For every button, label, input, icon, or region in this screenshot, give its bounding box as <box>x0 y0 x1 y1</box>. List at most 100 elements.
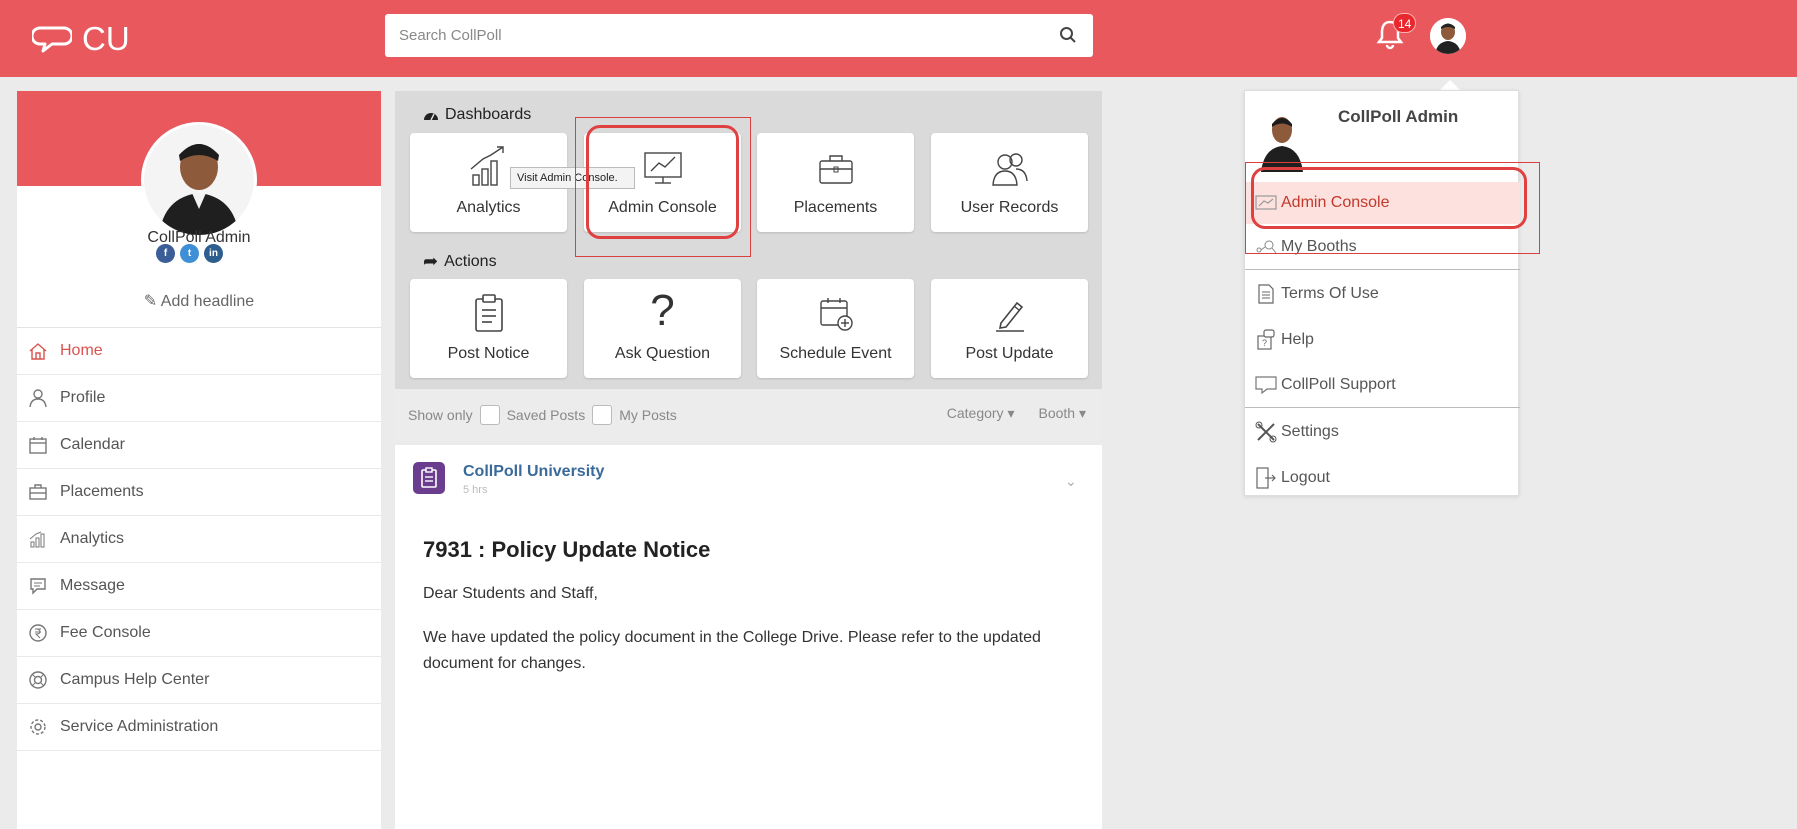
sidebar-nav: Home Profile Calendar Placements Analyti… <box>17 327 381 751</box>
sidebar-item-label: Message <box>60 577 125 594</box>
sidebar-item-analytics[interactable]: Analytics <box>17 516 381 563</box>
feed-filter-bar: Show only Saved Posts My Posts Category … <box>395 389 1102 441</box>
show-only-label: Show only <box>408 407 473 423</box>
dropdown-caret <box>1440 80 1460 90</box>
sidebar-item-label: Profile <box>60 389 106 406</box>
dashboard-gauge-icon <box>424 113 438 121</box>
booth-dropdown[interactable]: Booth ▾ <box>1038 405 1086 422</box>
menu-item-label: Settings <box>1281 423 1339 440</box>
my-posts-label: My Posts <box>619 407 677 423</box>
rupee-icon <box>28 623 48 643</box>
menu-item-logout[interactable]: Logout <box>1245 457 1520 499</box>
person-icon <box>28 388 48 408</box>
menu-item-help[interactable]: ? Help <box>1245 319 1520 361</box>
calendar-add-icon <box>757 279 914 337</box>
briefcase-icon <box>757 133 914 191</box>
sidebar-item-label: Campus Help Center <box>60 671 210 688</box>
svg-text:?: ? <box>1262 338 1267 348</box>
sidebar-item-campus-help-center[interactable]: Campus Help Center <box>17 657 381 704</box>
tile-schedule-event[interactable]: Schedule Event <box>757 279 914 378</box>
divider <box>1245 269 1520 270</box>
share-arrow-icon: ➦ <box>423 251 439 271</box>
tile-ask-question[interactable]: ? Ask Question <box>584 279 741 378</box>
highlight-circle-menu <box>1251 167 1527 229</box>
post-greeting: Dear Students and Staff, <box>423 585 598 602</box>
tile-placements[interactable]: Placements <box>757 133 914 232</box>
sidebar-item-label: Calendar <box>60 436 125 453</box>
notice-icon <box>413 462 445 494</box>
avatar[interactable] <box>1430 18 1466 54</box>
profile-sidebar: CollPoll Admin f t in ✎ Add headline Hom… <box>17 91 381 829</box>
menu-user-name: CollPoll Admin <box>1338 107 1459 126</box>
tile-label: Post Update <box>965 345 1054 362</box>
actions-heading: ➦ Actions <box>423 251 497 272</box>
search-bar <box>385 14 1093 57</box>
chevron-down-icon[interactable]: ⌄ <box>1065 473 1077 490</box>
my-posts-checkbox[interactable] <box>592 405 613 425</box>
add-headline-label: Add headline <box>160 293 255 310</box>
question-icon: ? <box>650 286 675 335</box>
menu-item-label: CollPoll Support <box>1281 376 1396 393</box>
category-dropdown[interactable]: Category ▾ <box>947 405 1015 422</box>
tile-post-notice[interactable]: Post Notice <box>410 279 567 378</box>
post-body: Dear Students and Staff, We have updated… <box>423 581 1063 695</box>
sidebar-item-label: Home <box>60 342 103 359</box>
tile-user-records[interactable]: User Records <box>931 133 1088 232</box>
saved-posts-checkbox[interactable] <box>479 405 500 425</box>
sidebar-item-home[interactable]: Home <box>17 328 381 375</box>
menu-item-label: Help <box>1281 331 1314 348</box>
clipboard-icon <box>410 279 567 337</box>
user-avatar-icon <box>144 125 254 235</box>
analytics-icon <box>28 529 48 549</box>
briefcase-icon <box>28 482 48 502</box>
pencil-icon: ✎ <box>143 293 161 310</box>
user-avatar-icon <box>1430 18 1466 54</box>
actions-title: Actions <box>444 252 497 270</box>
chat-bubble-icon <box>32 26 72 53</box>
tile-label: Post Notice <box>447 345 530 362</box>
dashboards-title: Dashboards <box>445 106 532 123</box>
divider <box>1245 407 1520 408</box>
sidebar-item-message[interactable]: Message <box>17 563 381 610</box>
sidebar-item-fee-console[interactable]: Fee Console <box>17 610 381 657</box>
app-logo[interactable]: CU <box>32 20 130 58</box>
menu-item-terms-of-use[interactable]: Terms Of Use <box>1245 273 1520 315</box>
sidebar-item-service-administration[interactable]: Service Administration <box>17 704 381 751</box>
sidebar-item-calendar[interactable]: Calendar <box>17 422 381 469</box>
sidebar-item-profile[interactable]: Profile <box>17 375 381 422</box>
calendar-icon <box>28 435 48 455</box>
tile-label: Placements <box>793 199 878 216</box>
show-only-filters: Show only Saved Posts My Posts <box>408 405 677 425</box>
tile-label: User Records <box>960 199 1059 216</box>
sidebar-item-label: Analytics <box>60 530 125 547</box>
search-input[interactable] <box>385 14 1025 57</box>
sidebar-item-placements[interactable]: Placements <box>17 469 381 516</box>
notification-badge: 14 <box>1393 13 1417 33</box>
users-icon <box>931 133 1088 191</box>
menu-item-collpoll-support[interactable]: CollPoll Support <box>1245 364 1520 406</box>
gear-icon <box>28 717 48 737</box>
tile-label: Ask Question <box>614 345 711 362</box>
post-text: We have updated the policy document in t… <box>423 629 1041 672</box>
feed-dropdowns: Category ▾ Booth ▾ <box>947 405 1086 422</box>
support-icon <box>1255 374 1277 396</box>
search-icon[interactable] <box>1059 26 1077 44</box>
sidebar-item-label: Placements <box>60 483 144 500</box>
sidebar-item-label: Service Administration <box>60 718 219 735</box>
add-headline-link[interactable]: ✎ Add headline <box>17 291 381 311</box>
twitter-icon[interactable]: t <box>180 244 199 263</box>
pencil-icon <box>931 279 1088 337</box>
document-icon <box>1255 283 1277 305</box>
logo-text: CU <box>82 20 130 57</box>
facebook-icon[interactable]: f <box>156 244 175 263</box>
message-icon <box>28 576 48 596</box>
help-icon: ? <box>1255 329 1277 351</box>
lifebuoy-icon <box>28 670 48 690</box>
menu-item-label: Terms Of Use <box>1281 285 1379 302</box>
tile-post-update[interactable]: Post Update <box>931 279 1088 378</box>
menu-item-settings[interactable]: Settings <box>1245 411 1520 453</box>
post-author-link[interactable]: CollPoll University <box>463 463 604 481</box>
linkedin-icon[interactable]: in <box>204 244 223 263</box>
saved-posts-label: Saved Posts <box>506 407 586 423</box>
profile-avatar[interactable] <box>141 122 257 238</box>
